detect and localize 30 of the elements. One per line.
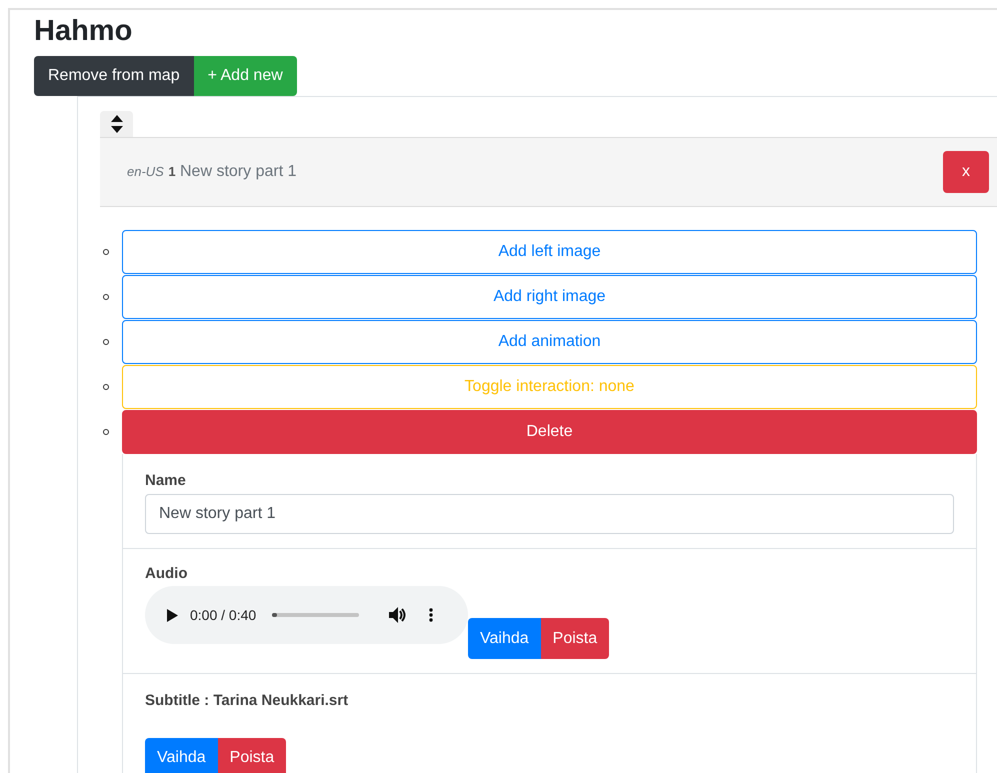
bullet-icon [103, 248, 109, 254]
play-icon [167, 608, 178, 622]
change-button[interactable]: Vaihda [145, 738, 218, 773]
volume-icon [389, 607, 408, 623]
bullet-icon [103, 338, 109, 344]
add-new-button[interactable]: + Add new [194, 56, 297, 96]
bullet-icon [103, 384, 109, 390]
remove-button[interactable]: Poista [540, 618, 610, 659]
action-button[interactable]: Add left image [122, 230, 977, 274]
subtitle-label: Subtitle : Tarina Neukkari.srt [145, 691, 350, 711]
action-button[interactable]: Delete [122, 410, 977, 454]
sort-icon [110, 115, 122, 133]
field-label: Audio [145, 564, 188, 584]
change-button[interactable]: Vaihda [468, 618, 541, 659]
action-button[interactable]: Add right image [122, 274, 977, 318]
close-button[interactable]: x [943, 151, 989, 193]
drag-handle[interactable] [100, 111, 133, 137]
card-heading: en-US 1 New story part 1 [127, 162, 296, 182]
time-display: 0:00 / 0:40 [190, 606, 256, 624]
remove-button[interactable]: Poista [218, 738, 286, 773]
remove-from-map-button[interactable]: Remove from map [34, 56, 194, 96]
more-icon [429, 608, 434, 622]
bullet-icon [103, 428, 109, 434]
page-title: Hahmo [34, 14, 134, 46]
bullet-icon [103, 294, 109, 300]
field-label: Name [145, 471, 187, 491]
seek-bar[interactable] [272, 613, 360, 617]
audio-player[interactable]: 0:00 / 0:40 [145, 586, 468, 644]
name-input[interactable]: New story part 1 [145, 494, 954, 534]
action-button[interactable]: Add animation [122, 320, 977, 364]
